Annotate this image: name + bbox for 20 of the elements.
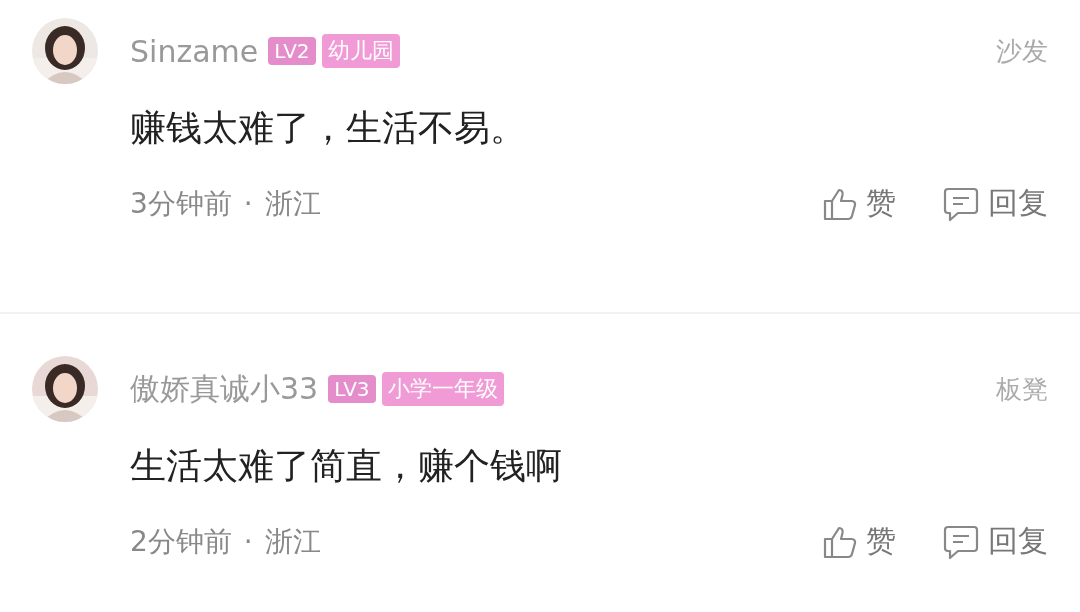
reply-button[interactable]: 回复 <box>942 521 1048 562</box>
rank-badge: 幼儿园 <box>321 34 400 68</box>
level-badge: LV2 <box>268 37 316 65</box>
floor-label: 沙发 <box>996 34 1048 68</box>
comment-text: 赚钱太难了，生活不易。 <box>130 106 527 150</box>
username[interactable]: Sinzame <box>130 33 259 69</box>
rank-badge: 小学一年级 <box>381 372 504 406</box>
floor-label: 板凳 <box>996 372 1048 406</box>
separator: · <box>243 525 253 558</box>
location: 浙江 <box>264 523 321 560</box>
like-button[interactable]: 赞 <box>822 183 896 224</box>
comment-text: 生活太难了简直，赚个钱啊 <box>130 444 563 488</box>
timestamp: 3分钟前 <box>130 185 232 222</box>
reply-button[interactable]: 回复 <box>942 183 1048 224</box>
like-button[interactable]: 赞 <box>822 521 896 562</box>
separator: · <box>243 187 253 220</box>
username[interactable]: 傲娇真诚小33 <box>130 368 319 410</box>
location: 浙江 <box>264 185 321 222</box>
level-badge: LV3 <box>328 375 376 403</box>
timestamp: 2分钟前 <box>130 523 232 560</box>
